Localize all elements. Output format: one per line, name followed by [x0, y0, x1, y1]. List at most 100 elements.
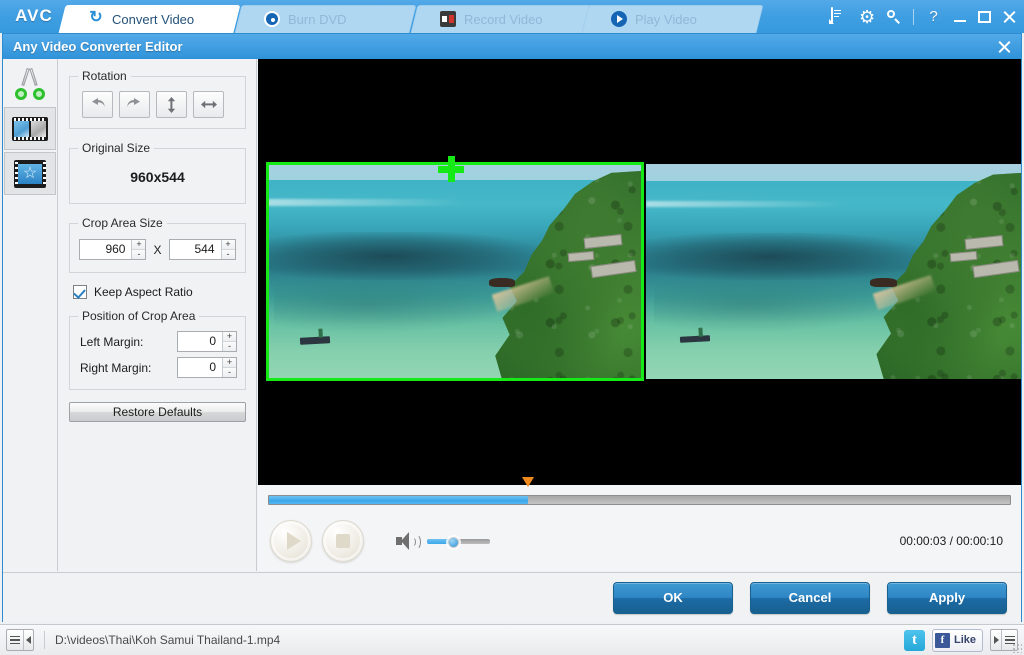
ok-button[interactable]: OK — [613, 582, 733, 614]
tab-label: Record Video — [464, 12, 543, 27]
left-panel-toggle-button[interactable] — [6, 629, 34, 651]
video-scene-result — [646, 164, 1021, 379]
tab-burn-dvd[interactable]: Burn DVD — [238, 5, 413, 33]
toolbar-divider — [913, 9, 914, 25]
preview-stage: 00:00:03 / 00:00:10 — [258, 59, 1021, 571]
help-glyph: ? — [925, 8, 942, 25]
rotate-left-button[interactable] — [82, 91, 113, 118]
clip-tool-button[interactable] — [4, 62, 56, 105]
crop-area-size-group: Crop Area Size + - X — [69, 216, 246, 273]
crop-size-separator: X — [153, 243, 161, 257]
editor-title-bar: Any Video Converter Editor — [3, 34, 1021, 59]
left-margin-input[interactable] — [178, 332, 222, 351]
transport-controls: 00:00:03 / 00:00:10 — [258, 511, 1021, 571]
magnifier-icon[interactable] — [886, 9, 902, 25]
flip-horizontal-button[interactable] — [193, 91, 224, 118]
help-icon[interactable]: ? — [925, 8, 942, 25]
status-bar: D:\videos\Thai\Koh Samui Thailand-1.mp4 … — [0, 624, 1024, 655]
seek-bar[interactable] — [268, 495, 1011, 505]
file-path-label: D:\videos\Thai\Koh Samui Thailand-1.mp4 — [55, 633, 280, 647]
right-margin-decrement[interactable]: - — [223, 368, 236, 377]
volume-slider[interactable] — [427, 539, 490, 544]
crop-height-decrement[interactable]: - — [222, 250, 235, 259]
seek-bar-container — [258, 484, 1021, 511]
original-size-value: 960x544 — [78, 161, 237, 195]
crop-width-stepper[interactable]: + - — [79, 239, 146, 260]
timecode-display: 00:00:03 / 00:00:10 — [900, 534, 1003, 548]
scissors-icon — [13, 68, 47, 100]
cancel-button[interactable]: Cancel — [750, 582, 870, 614]
keep-aspect-ratio-checkbox[interactable] — [73, 285, 87, 299]
play-icon — [287, 532, 301, 550]
left-margin-stepper[interactable]: + - — [177, 331, 237, 352]
rotate-right-icon — [126, 98, 143, 112]
twitter-icon[interactable] — [904, 630, 925, 651]
crop-selection-box[interactable] — [266, 162, 644, 381]
flip-horizontal-icon — [201, 99, 217, 110]
stop-button[interactable] — [322, 520, 364, 562]
crop-settings-panel: Rotation — [59, 59, 257, 571]
crop-height-stepper[interactable]: + - — [169, 239, 236, 260]
crop-tool-button[interactable] — [4, 107, 56, 150]
original-size-legend: Original Size — [78, 141, 154, 155]
disc-icon — [264, 11, 280, 27]
main-tab-bar: AVC Convert Video Burn DVD Record Video — [0, 0, 1024, 33]
restore-defaults-button[interactable]: Restore Defaults — [69, 402, 246, 422]
editor-dialog: Any Video Converter Editor — [2, 33, 1022, 622]
rotate-left-icon — [89, 98, 106, 112]
crop-height-input[interactable] — [170, 240, 221, 259]
status-bar-right: f Like — [904, 629, 1018, 652]
rotate-right-button[interactable] — [119, 91, 150, 118]
avc-logo: AVC — [10, 5, 58, 27]
volume-slider-knob[interactable] — [448, 537, 459, 548]
right-margin-input[interactable] — [178, 358, 222, 377]
filmstrip-compare-icon — [12, 117, 48, 141]
speaker-icon[interactable] — [396, 532, 418, 550]
convert-icon — [88, 11, 104, 27]
tab-play-video[interactable]: Play Video — [585, 5, 760, 33]
right-margin-row: Right Margin: + - — [78, 355, 237, 381]
effects-tool-button[interactable] — [4, 152, 56, 195]
play-circle-icon — [611, 11, 627, 27]
close-icon[interactable] — [1002, 10, 1016, 24]
right-margin-label: Right Margin: — [80, 361, 172, 375]
crop-area-size-legend: Crop Area Size — [78, 216, 167, 230]
rotation-group: Rotation — [69, 69, 246, 129]
dialog-button-bar: OK Cancel Apply — [3, 572, 1021, 622]
left-margin-row: Left Margin: + - — [78, 329, 237, 355]
volume-control[interactable] — [396, 532, 490, 550]
crop-width-input[interactable] — [80, 240, 131, 259]
video-preview-area[interactable] — [258, 59, 1021, 484]
editor-title-text: Any Video Converter Editor — [3, 39, 183, 54]
flip-vertical-icon — [166, 97, 177, 113]
left-margin-decrement[interactable]: - — [223, 342, 236, 351]
crop-width-decrement[interactable]: - — [132, 250, 145, 259]
position-of-crop-area-group: Position of Crop Area Left Margin: + - R — [69, 309, 246, 390]
right-margin-stepper[interactable]: + - — [177, 357, 237, 378]
tab-record-video[interactable]: Record Video — [414, 5, 589, 33]
facebook-icon: f — [935, 633, 950, 648]
keep-aspect-ratio-row[interactable]: Keep Aspect Ratio — [73, 285, 246, 299]
editor-close-icon[interactable] — [997, 40, 1011, 54]
facebook-like-button[interactable]: f Like — [932, 629, 983, 652]
seek-position-marker[interactable] — [522, 477, 535, 487]
window-tools: ? — [831, 0, 1016, 33]
list-icon[interactable] — [831, 8, 848, 25]
editor-body: Rotation — [3, 59, 1021, 622]
maximize-icon[interactable] — [978, 11, 991, 23]
apply-button[interactable]: Apply — [887, 582, 1007, 614]
result-video-frame — [646, 164, 1021, 379]
original-size-group: Original Size 960x544 — [69, 141, 246, 204]
tab-convert-video[interactable]: Convert Video — [62, 5, 237, 33]
tab-label: Convert Video — [112, 12, 194, 27]
minimize-icon[interactable] — [953, 10, 967, 24]
gear-icon[interactable] — [859, 9, 875, 25]
flip-vertical-button[interactable] — [156, 91, 187, 118]
stop-icon — [336, 534, 350, 548]
camcorder-icon — [440, 11, 456, 27]
tab-label: Burn DVD — [288, 12, 347, 27]
play-button[interactable] — [270, 520, 312, 562]
resize-grip[interactable] — [1012, 643, 1022, 653]
seek-bar-fill — [269, 496, 528, 504]
tool-rail — [3, 59, 58, 571]
